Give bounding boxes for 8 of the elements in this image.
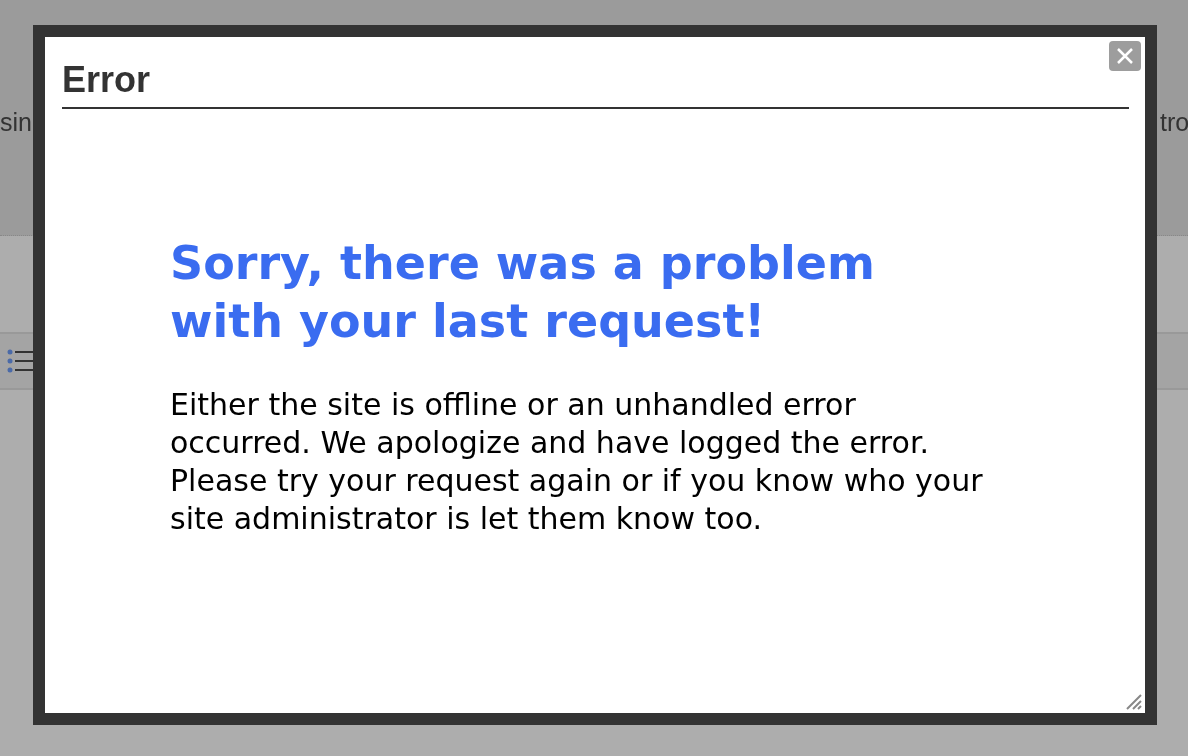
dialog-title: Error: [62, 59, 151, 101]
page-text: sin: [0, 108, 32, 137]
error-message: Either the site is offline or an unhandled error occurred. We apologize and have logged the error. Please try your request again or if you know who your site administrator is let them know too.: [170, 386, 984, 538]
page-text: tro: [1160, 108, 1188, 137]
close-icon: [1115, 46, 1135, 66]
error-heading: Sorry, there was a problem with your last request!: [170, 235, 876, 350]
bulleted-list-icon[interactable]: [7, 348, 33, 374]
close-button[interactable]: [1109, 41, 1141, 71]
